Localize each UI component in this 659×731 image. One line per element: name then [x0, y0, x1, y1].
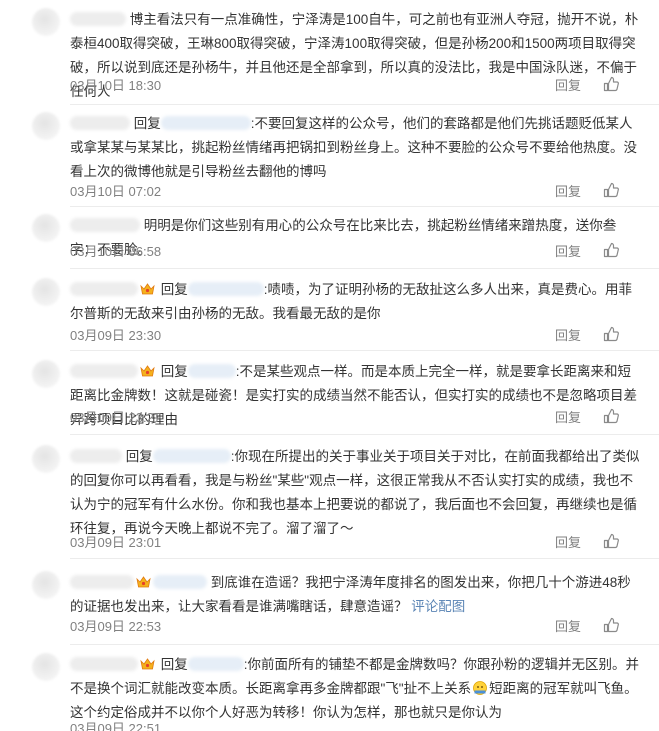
- divider: [70, 434, 659, 435]
- avatar[interactable]: [32, 653, 60, 681]
- comment-time: 03月09日 23:30: [70, 328, 162, 343]
- divider: [70, 558, 659, 559]
- comment-time: 03月10日 07:02: [70, 184, 162, 199]
- comment-item: 博主看法只有一点准确性，宁泽涛是100自牛，可之前也有亚洲人夺冠，抛开不说，朴泰…: [0, 0, 659, 99]
- comment-item: 明明是你们这些别有用心的公众号在比来比去，挑起粉丝情绪来蹭热度，送你叁字：不要脸…: [0, 206, 659, 270]
- reply-prefix: 回复: [160, 364, 188, 379]
- comment-time: 03月09日 22:53: [70, 619, 162, 634]
- comment-text: 到底谁在造谣？我把宁泽涛年度排名的图发出来，你把几十个游进48秒的证据也发出来，…: [70, 571, 641, 619]
- comment-item: 回复:不是某些观点一样。而是本质上完全一样，就是要拿长距离来和短距离比金牌数！这…: [0, 352, 659, 434]
- reply-prefix: 回复: [160, 657, 188, 672]
- blurred-username[interactable]: [153, 575, 207, 589]
- avatar[interactable]: [32, 278, 60, 306]
- comment-meta: 03月09日 23:30 回复: [70, 326, 639, 346]
- comment-meta: 03月10日 06:58 回复: [70, 242, 639, 262]
- blurred-username[interactable]: [70, 116, 130, 130]
- comment-text: 回复:不要回复这样的公众号，他们的套路都是他们先挑话题贬低某人或拿某某与某某比，…: [70, 112, 641, 184]
- comment-item: 到底谁在造谣？我把宁泽涛年度排名的图发出来，你把几十个游进48秒的证据也发出来，…: [0, 563, 659, 643]
- comment-item: 回复:啧啧，为了证明孙杨的无敌扯这么多人出来，真是费心。用菲尔普斯的无敌来引由孙…: [0, 270, 659, 352]
- reply-button[interactable]: 回复: [555, 182, 581, 202]
- reply-button[interactable]: 回复: [555, 242, 581, 262]
- comment-item: 回复:不要回复这样的公众号，他们的套路都是他们先挑话题贬低某人或拿某某与某某比，…: [0, 104, 659, 204]
- reply-button[interactable]: 回复: [555, 76, 581, 96]
- avatar[interactable]: [32, 214, 60, 242]
- comment-text: 回复:啧啧，为了证明孙杨的无敌扯这么多人出来，真是费心。用菲尔普斯的无敌来引由孙…: [70, 278, 641, 326]
- emoji-icon: [473, 681, 487, 695]
- reply-prefix: 回复: [125, 449, 153, 464]
- comment-item: 回复:你现在所提出的关于事业关于项目关于对比，在前面我都给出了类似的回复你可以再…: [0, 437, 659, 557]
- reply-button[interactable]: 回复: [555, 326, 581, 346]
- blurred-username[interactable]: [70, 12, 126, 26]
- comment-meta: 03月09日 23:01 回复: [70, 533, 639, 553]
- comment-text: 回复:你前面所有的铺垫不都是金牌数吗？你跟孙粉的逻辑并无区别。并不是换个词汇就能…: [70, 653, 641, 725]
- comment-time: 03月09日 23:01: [70, 535, 162, 550]
- reply-button[interactable]: 回复: [555, 408, 581, 428]
- divider: [70, 268, 659, 269]
- avatar[interactable]: [32, 360, 60, 388]
- thumbs-up-icon[interactable]: [603, 326, 619, 342]
- avatar[interactable]: [32, 571, 60, 599]
- blurred-username[interactable]: [70, 364, 138, 378]
- blurred-username[interactable]: [70, 575, 134, 589]
- avatar[interactable]: [32, 8, 60, 36]
- avatar[interactable]: [32, 112, 60, 140]
- blurred-username[interactable]: [70, 282, 138, 296]
- comment-meta: 03月10日 18:30 回复: [70, 76, 639, 96]
- blurred-reply-target[interactable]: [187, 657, 244, 671]
- comment-item: 回复:你前面所有的铺垫不都是金牌数吗？你跟孙粉的逻辑并无区别。并不是换个词汇就能…: [0, 645, 659, 731]
- thumbs-up-icon[interactable]: [603, 617, 619, 633]
- comment-time: 03月10日 06:58: [70, 244, 162, 259]
- thumbs-up-icon[interactable]: [603, 76, 619, 92]
- blurred-reply-target[interactable]: [152, 449, 231, 463]
- comment-body: :你现在所提出的关于事业关于项目关于对比，在前面我都给出了类似的回复你可以再看看…: [70, 449, 640, 536]
- reply-prefix: 回复: [160, 282, 188, 297]
- comment-meta: 03月09日 22:51: [70, 719, 639, 731]
- blurred-reply-target[interactable]: [160, 116, 251, 130]
- comment-text: 回复:你现在所提出的关于事业关于项目关于对比，在前面我都给出了类似的回复你可以再…: [70, 445, 641, 541]
- crown-badge-icon[interactable]: [136, 575, 151, 589]
- thumbs-up-icon[interactable]: [603, 242, 619, 258]
- thumbs-up-icon[interactable]: [603, 182, 619, 198]
- divider: [70, 350, 659, 351]
- comment-meta: 03月09日 22:53 回复: [70, 617, 639, 637]
- thumbs-up-icon[interactable]: [603, 408, 619, 424]
- blurred-username[interactable]: [70, 657, 138, 671]
- blurred-reply-target[interactable]: [187, 364, 236, 378]
- blurred-username[interactable]: [70, 449, 122, 463]
- comment-time: 03月09日 22:51: [70, 721, 162, 731]
- comment-meta: 03月10日 07:02 回复: [70, 182, 639, 202]
- avatar[interactable]: [32, 445, 60, 473]
- reply-button[interactable]: 回复: [555, 533, 581, 553]
- comment-feed: 博主看法只有一点准确性，宁泽涛是100自牛，可之前也有亚洲人夺冠，抛开不说，朴泰…: [0, 0, 659, 731]
- reply-button[interactable]: 回复: [555, 617, 581, 637]
- crown-badge-icon[interactable]: [140, 657, 155, 671]
- comment-time: 03月10日 18:30: [70, 78, 162, 93]
- thumbs-up-icon[interactable]: [603, 533, 619, 549]
- reply-prefix: 回复: [133, 116, 161, 131]
- crown-badge-icon[interactable]: [140, 364, 155, 378]
- comment-image-link[interactable]: 评论配图: [411, 599, 465, 614]
- blurred-username[interactable]: [70, 218, 140, 232]
- comment-time: 03月09日 23:27: [70, 410, 162, 425]
- comment-meta: 03月09日 23:27 回复: [70, 408, 639, 428]
- crown-badge-icon[interactable]: [140, 282, 155, 296]
- blurred-reply-target[interactable]: [187, 282, 264, 296]
